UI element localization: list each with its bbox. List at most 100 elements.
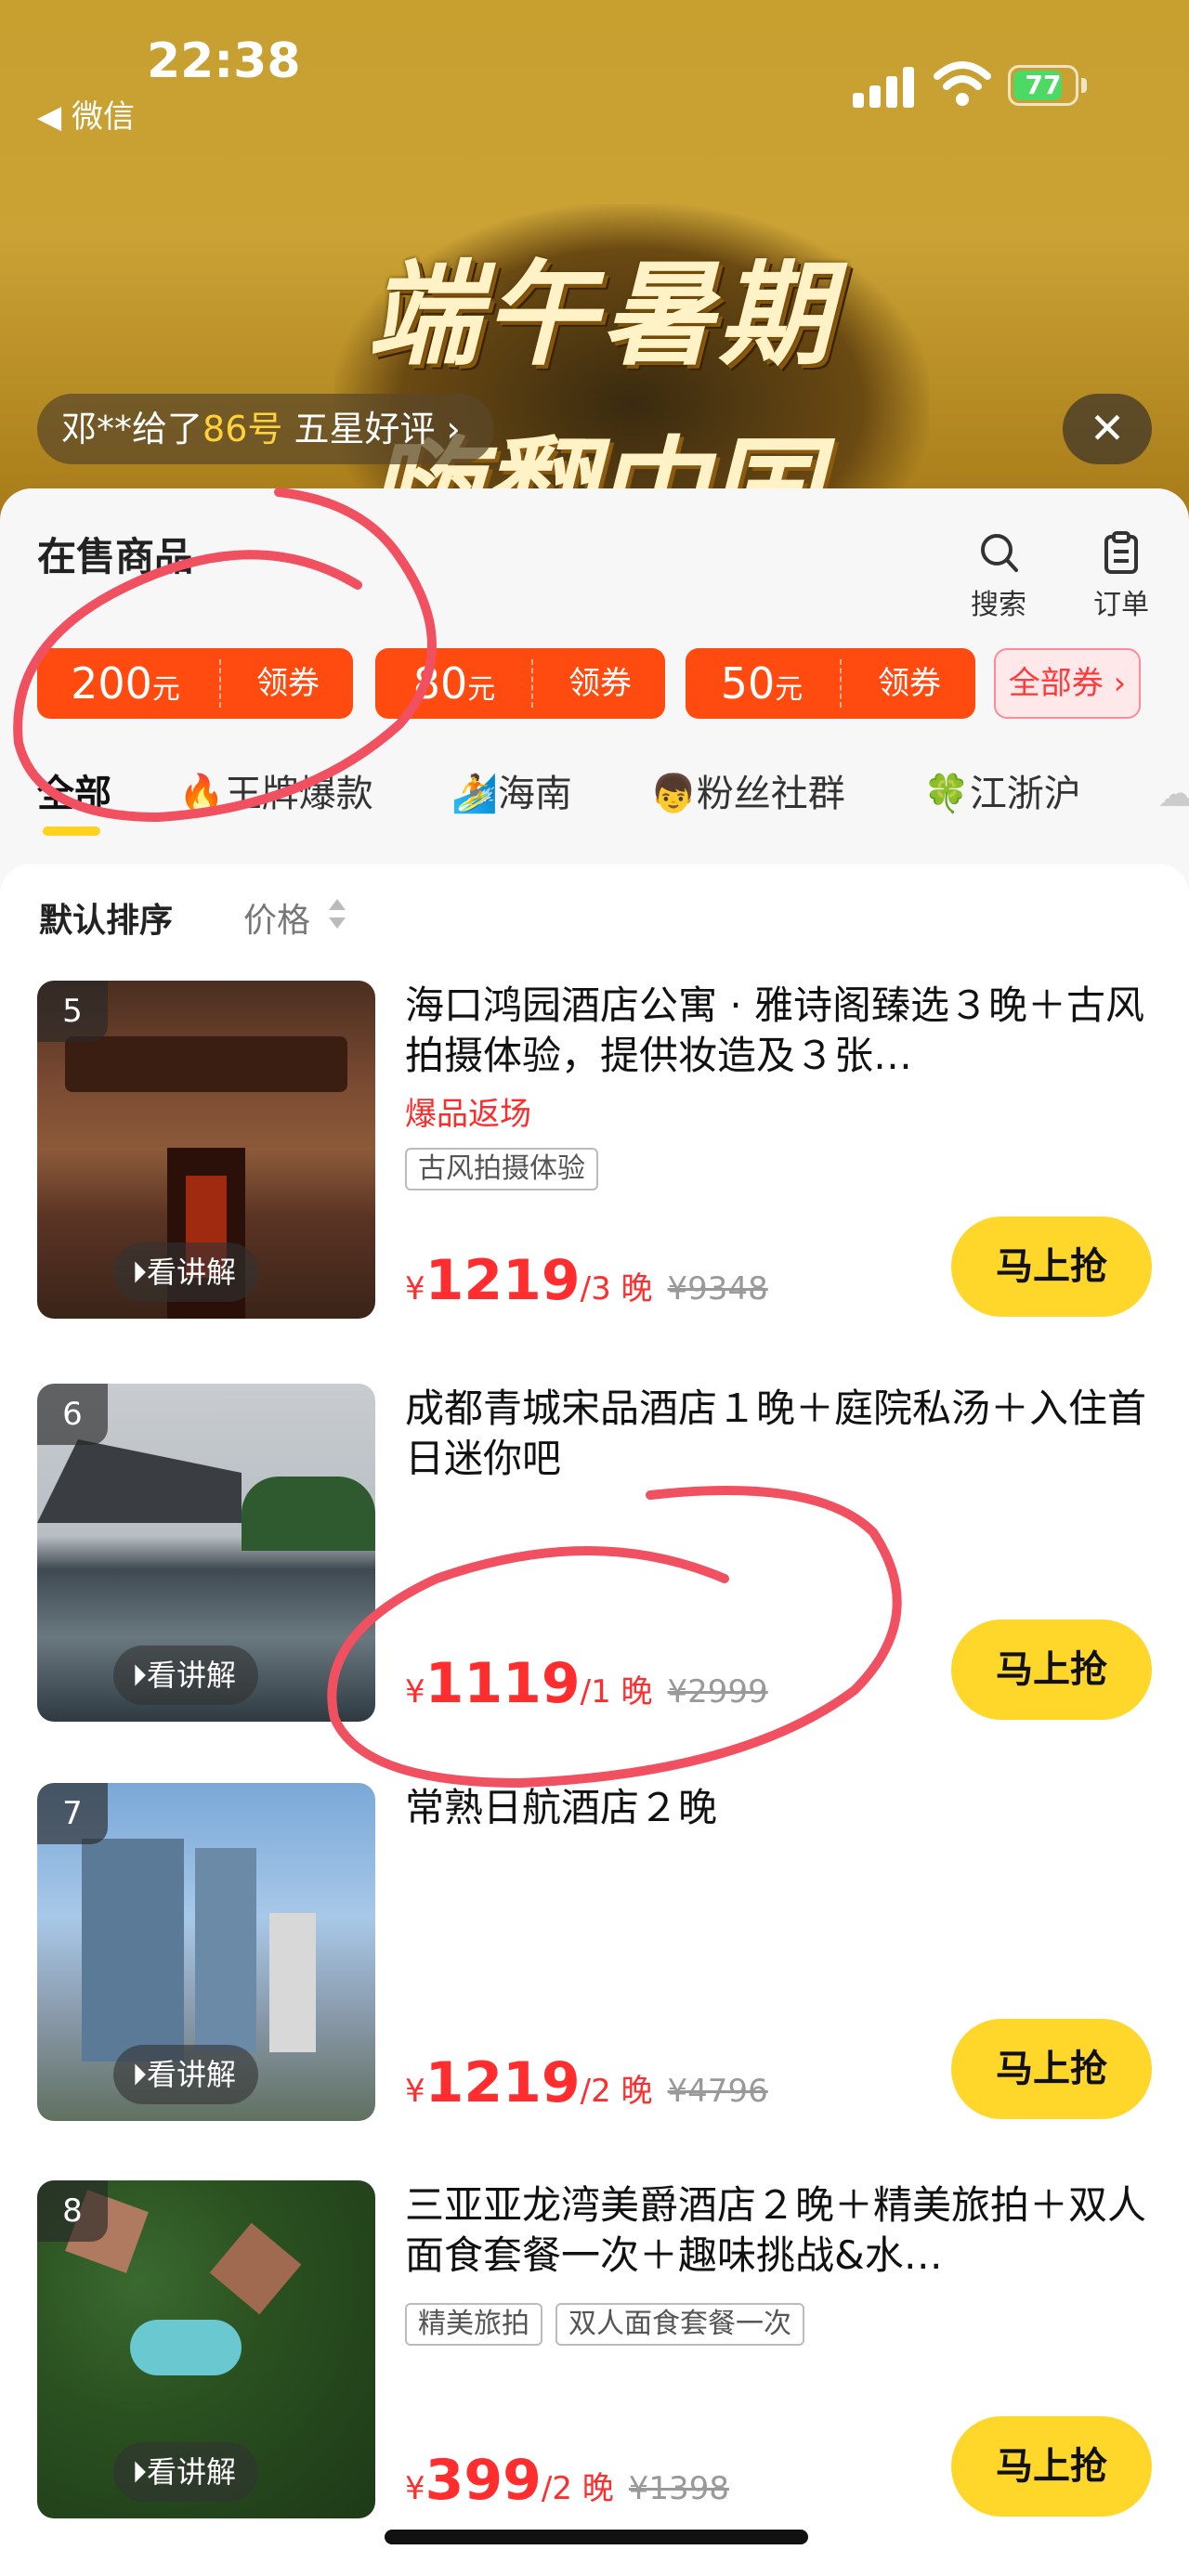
product-subtitle: 爆品返场 <box>405 1096 531 1133</box>
coupon-amount-value: 80 <box>412 658 468 709</box>
coupon-50[interactable]: 50元 领券 <box>686 648 975 719</box>
clock: 22:38 <box>147 33 301 89</box>
buy-now-button[interactable]: 马上抢 <box>951 2019 1152 2119</box>
sort-default[interactable]: 默认排序 <box>39 893 173 942</box>
product-title[interactable]: 成都青城宋品酒店１晚＋庭院私汤＋入住首日迷你吧 <box>405 1384 1148 1484</box>
price-unit: /2 晚 <box>541 2470 614 2507</box>
tab-hainan[interactable]: 🏄海南 <box>451 761 572 826</box>
orders-label: 订单 <box>1093 589 1149 621</box>
close-icon: ✕ <box>1089 403 1126 453</box>
price-unit: /3 晚 <box>580 1270 653 1308</box>
currency-symbol: ¥ <box>405 2073 425 2110</box>
review-ticker[interactable]: 邓**给了86号 五星好评 › <box>37 394 494 464</box>
tab-label: 王牌爆款 <box>224 773 373 815</box>
original-price: ¥4796 <box>667 2073 768 2110</box>
currency-symbol: ¥ <box>405 1673 425 1711</box>
original-price: ¥2999 <box>667 1673 768 1711</box>
price-block: ¥1219/3 晚 ¥9348 <box>405 1248 768 1313</box>
active-tab-indicator <box>43 826 100 836</box>
coupon-unit: 元 <box>467 673 496 706</box>
review-prefix: 邓**给了 <box>61 409 203 449</box>
coupon-unit: 元 <box>151 673 180 706</box>
cloud-icon: ☁ <box>1157 773 1189 815</box>
product-title[interactable]: 常熟日航酒店２晚 <box>405 1783 1148 1833</box>
coupon-amount: 50元 <box>686 648 838 719</box>
price-unit: /1 晚 <box>580 1673 653 1711</box>
product-card[interactable]: 5 ⏵看讲解 海口鸿园酒店公寓 · 雅诗阁臻选３晚＋古风拍摄体验，提供妆造及３张… <box>0 981 1189 1352</box>
buy-now-button[interactable]: 马上抢 <box>951 1216 1152 1317</box>
clipboard-icon <box>1104 531 1138 574</box>
sheet-title: 在售商品 <box>37 534 194 579</box>
currency-symbol: ¥ <box>405 2470 425 2507</box>
claim-coupon-button[interactable]: 领券 <box>843 648 975 719</box>
clover-icon: 🍀 <box>923 773 970 815</box>
price-block: ¥1119/1 晚 ¥2999 <box>405 1651 768 1716</box>
tab-label: 全部 <box>37 773 111 815</box>
buy-now-button[interactable]: 马上抢 <box>951 2416 1152 2517</box>
battery-level: 77 <box>1025 70 1062 100</box>
product-thumbnail[interactable]: 5 ⏵看讲解 <box>37 981 375 1319</box>
product-card[interactable]: 6 ⏵看讲解 成都青城宋品酒店１晚＋庭院私汤＋入住首日迷你吧 ¥1119/1 晚… <box>0 1384 1189 1755</box>
product-tag: 精美旅拍 <box>405 2303 542 2346</box>
rank-badge: 5 <box>37 981 108 1042</box>
boy-icon: 👦 <box>650 773 697 815</box>
coupon-amount: 200元 <box>37 648 214 719</box>
product-card[interactable]: 8 ⏵看讲解 三亚亚龙湾美爵酒店２晚＋精美旅拍＋双人面食套餐一次＋趣味挑战&水…… <box>0 2180 1189 2552</box>
wifi-icon <box>934 61 991 106</box>
play-icon: ⏵ <box>132 1255 148 1290</box>
explain-label: 看讲解 <box>147 1658 237 1693</box>
coupon-amount-value: 50 <box>720 658 776 709</box>
buy-now-button[interactable]: 马上抢 <box>951 1620 1152 1720</box>
tab-fan-community[interactable]: 👦粉丝社群 <box>650 761 845 826</box>
watch-explanation-button[interactable]: ⏵看讲解 <box>113 1646 259 1705</box>
rank-badge: 6 <box>37 1384 108 1445</box>
watch-explanation-button[interactable]: ⏵看讲解 <box>113 2045 259 2104</box>
surfer-icon: 🏄 <box>451 773 498 815</box>
cellular-signal-icon <box>853 65 914 108</box>
price-value: 399 <box>425 2448 542 2513</box>
watch-explanation-button[interactable]: ⏵看讲解 <box>113 2442 259 2502</box>
claim-coupon-button[interactable]: 领券 <box>535 648 665 719</box>
tab-hot-deals[interactable]: 🔥王牌爆款 <box>178 761 373 826</box>
coupon-amount-value: 200 <box>71 658 152 709</box>
price-value: 1219 <box>425 2050 581 2115</box>
home-indicator <box>385 2530 808 2544</box>
close-button[interactable]: ✕ <box>1063 394 1152 464</box>
coupon-unit: 元 <box>775 673 804 706</box>
sort-price[interactable]: 价格 <box>243 893 310 942</box>
status-bar: 22:38 ◀ 微信 77 <box>0 0 1189 139</box>
fire-icon: 🔥 <box>178 773 225 815</box>
back-to-wechat-link[interactable]: ◀ 微信 <box>37 91 135 137</box>
all-coupons-button[interactable]: 全部券 › <box>994 648 1141 719</box>
product-card[interactable]: 7 ⏵看讲解 常熟日航酒店２晚 ¥1219/2 晚 ¥4796 马上抢 <box>0 1783 1189 2154</box>
search-label: 搜索 <box>971 589 1026 621</box>
tab-jiangzhehu[interactable]: 🍀江浙沪 <box>923 761 1081 826</box>
product-thumbnail[interactable]: 6 ⏵看讲解 <box>37 1384 375 1722</box>
search-button[interactable]: 搜索 <box>957 531 1040 622</box>
explain-label: 看讲解 <box>147 1255 237 1290</box>
tab-label: 海南 <box>497 773 572 815</box>
product-thumbnail[interactable]: 7 ⏵看讲解 <box>37 1783 375 2121</box>
product-tag: 古风拍摄体验 <box>405 1148 598 1190</box>
review-suffix: 五星好评 › <box>294 409 461 449</box>
explain-label: 看讲解 <box>147 2454 237 2490</box>
coupon-amount: 80元 <box>375 648 533 719</box>
price-value: 1119 <box>425 1651 581 1716</box>
coupon-200[interactable]: 200元 领券 <box>37 648 353 719</box>
play-icon: ⏵ <box>132 1658 148 1693</box>
tab-label: 粉丝社群 <box>696 773 845 815</box>
product-title[interactable]: 三亚亚龙湾美爵酒店２晚＋精美旅拍＋双人面食套餐一次＋趣味挑战&水… <box>405 2180 1148 2281</box>
product-title[interactable]: 海口鸿园酒店公寓 · 雅诗阁臻选３晚＋古风拍摄体验，提供妆造及３张… <box>405 981 1148 1081</box>
orders-button[interactable]: 订单 <box>1079 531 1163 622</box>
tab-all[interactable]: 全部 <box>37 761 111 826</box>
claim-coupon-button[interactable]: 领券 <box>223 648 353 719</box>
tab-label: 江浙沪 <box>969 773 1081 815</box>
product-thumbnail[interactable]: 8 ⏵看讲解 <box>37 2180 375 2518</box>
watch-explanation-button[interactable]: ⏵看讲解 <box>113 1242 259 1302</box>
search-icon <box>981 534 1018 572</box>
original-price: ¥9348 <box>667 1270 768 1308</box>
coupon-80[interactable]: 80元 领券 <box>375 648 665 719</box>
battery-icon: 77 <box>1008 65 1078 106</box>
product-tags: 古风拍摄体验 <box>405 1148 611 1190</box>
product-tag: 双人面食套餐一次 <box>555 2303 804 2346</box>
